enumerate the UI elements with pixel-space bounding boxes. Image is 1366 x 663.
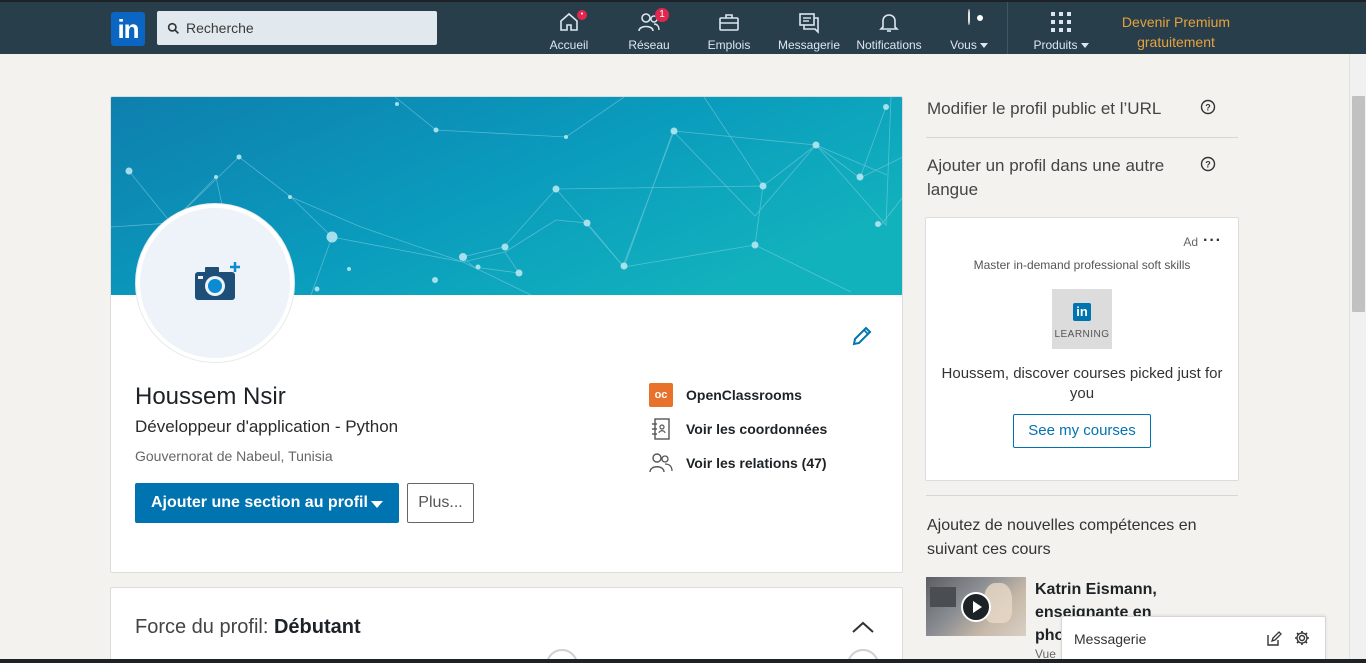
openclassrooms-logo: oc [649, 383, 673, 407]
profile-name: Houssem Nsir [135, 383, 286, 410]
add-language-line-2: langue [927, 180, 979, 199]
help-icon[interactable]: ? [1200, 99, 1216, 115]
right-rail-divider [926, 495, 1238, 496]
ad-message-line-2: you [1069, 385, 1095, 402]
search-box[interactable] [157, 11, 437, 45]
see-my-courses-button[interactable]: See my courses [1013, 414, 1151, 448]
courses-section-title: Ajoutez de nouvelles compétences en suiv… [927, 514, 1217, 562]
nav-jobs[interactable]: Emplois [700, 8, 758, 52]
courses-title-line-1: Ajoutez de nouvelles compétences en [927, 517, 1197, 534]
more-actions-button[interactable]: Plus... [407, 483, 474, 523]
address-book-icon [649, 417, 673, 441]
messaging-overlay-label: Messagerie [1074, 631, 1147, 647]
courses-title-line-2: suivant ces cours [927, 541, 1051, 558]
people-icon [649, 451, 673, 475]
messaging-overlay-bar[interactable]: Messagerie [1061, 616, 1326, 663]
caret-down-icon [979, 43, 988, 49]
help-icon[interactable]: ? [1200, 156, 1216, 172]
camera-plus-icon [195, 262, 240, 300]
contact-info-label: Voir les coordonnées [686, 421, 828, 437]
add-language-profile-link[interactable]: Ajouter un profil dans une autre langue [927, 154, 1164, 202]
right-rail-divider [926, 137, 1238, 138]
profile-location: Gouvernorat de Nabeul, Tunisia [135, 448, 333, 464]
add-language-line-1: Ajouter un profil dans une autre [927, 156, 1165, 175]
network-icon: 1 [637, 8, 669, 34]
profile-headline: Développeur d'application - Python [135, 417, 399, 436]
education-label: OpenClassrooms [686, 387, 802, 403]
nav-messaging[interactable]: Messagerie [774, 8, 844, 52]
connections-label: Voir les relations (47) [686, 455, 827, 471]
chevron-up-icon[interactable] [851, 620, 875, 634]
premium-line-2: gratuitement [1137, 34, 1215, 50]
top-navigation-bar: in • Accueil 1 Réseau Emplois Messagerie [0, 0, 1366, 54]
ad-tagline: Master in-demand professional soft skill… [973, 258, 1191, 272]
edit-intro-pencil-icon[interactable] [851, 325, 873, 347]
nav-network[interactable]: 1 Réseau [620, 8, 678, 52]
play-icon [961, 592, 991, 622]
caret-down-icon [1080, 43, 1089, 49]
nav-me-label-wrap: Vous [940, 38, 998, 52]
nav-messaging-label: Messagerie [777, 38, 841, 52]
network-badge: 1 [655, 8, 669, 22]
svg-text:?: ? [1205, 160, 1211, 170]
ad-label: Ad [1183, 235, 1198, 249]
learning-logo-text: LEARNING [1054, 329, 1110, 340]
edit-public-profile-link[interactable]: Modifier le profil public et l’URL [927, 97, 1161, 121]
window-bottom-edge [0, 659, 1366, 663]
profile-strength-level: Débutant [273, 616, 361, 638]
connections-link[interactable]: Voir les relations (47) [649, 451, 827, 475]
page-scrollbar[interactable] [1349, 54, 1366, 663]
education-link[interactable]: oc OpenClassrooms [649, 383, 802, 407]
contact-info-link[interactable]: Voir les coordonnées [649, 417, 827, 441]
nav-jobs-label: Emplois [707, 38, 751, 52]
premium-line-1: Devenir Premium [1121, 14, 1231, 30]
nav-me-label: Vous [950, 38, 977, 52]
linkedin-learning-logo[interactable]: in LEARNING [1052, 289, 1112, 349]
svg-text:?: ? [1205, 103, 1211, 113]
premium-upsell-link[interactable]: Devenir Premium gratuitement [1115, 12, 1237, 52]
profile-strength-label: Force du profil: [135, 616, 269, 638]
nav-products-label: Produits [1033, 38, 1078, 52]
search-input[interactable] [186, 20, 416, 36]
ad-message-line-1: Houssem, discover courses picked just fo… [941, 365, 1223, 382]
messaging-icon [797, 10, 821, 34]
nav-network-label: Réseau [628, 38, 670, 52]
nav-products-label-wrap: Produits [1028, 38, 1094, 52]
profile-strength-card: Force du profil: Débutant [110, 587, 903, 663]
nav-divider [1007, 2, 1008, 54]
grid-icon [1049, 10, 1073, 34]
linkedin-logo[interactable]: in [111, 12, 145, 46]
nav-products[interactable]: Produits [1028, 8, 1094, 52]
compose-message-icon[interactable] [1266, 631, 1282, 647]
add-profile-section-label: Ajouter une section au profil [151, 494, 368, 511]
briefcase-icon [717, 10, 741, 34]
learning-logo-mark: in [1073, 303, 1091, 321]
nav-home[interactable]: • Accueil [540, 8, 598, 52]
course-author-line-1: Katrin Eismann, [1035, 581, 1157, 598]
nav-home-label: Accueil [549, 38, 589, 52]
add-profile-photo-button[interactable] [136, 204, 294, 362]
nav-me[interactable]: Vous [940, 8, 998, 52]
profile-strength-title: Force du profil: Débutant [135, 616, 361, 639]
bell-icon [877, 10, 901, 34]
learning-ad-card: Ad ··· Master in-demand professional sof… [925, 217, 1239, 481]
nav-notifications-label: Notifications [856, 38, 922, 52]
caret-down-icon [371, 501, 383, 508]
scrollbar-thumb[interactable] [1352, 96, 1365, 312]
search-icon [167, 22, 179, 34]
course-thumbnail[interactable] [926, 577, 1026, 636]
add-profile-section-button[interactable]: Ajouter une section au profil [135, 483, 399, 523]
school-logo: oc [649, 383, 673, 407]
nav-notifications[interactable]: Notifications [852, 8, 926, 52]
home-notification-dot: • [577, 10, 587, 20]
home-icon: • [557, 10, 587, 34]
profile-top-card: Houssem Nsir Développeur d'application -… [110, 96, 903, 573]
ad-message: Houssem, discover courses picked just fo… [936, 364, 1228, 404]
ad-options-menu-icon[interactable]: ··· [1203, 232, 1222, 250]
avatar [957, 9, 981, 34]
gear-icon[interactable] [1294, 630, 1310, 646]
